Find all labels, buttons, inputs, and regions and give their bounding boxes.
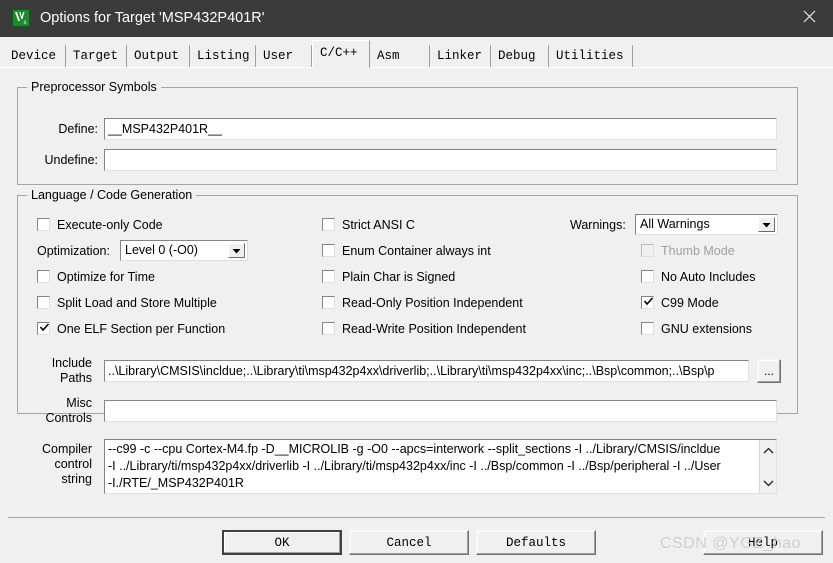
optimization-combo-value: Level 0 (-O0) bbox=[125, 243, 198, 257]
include-paths-label-line1: Include bbox=[51, 356, 92, 370]
tab-target[interactable]: Target bbox=[66, 45, 127, 68]
define-label: Define: bbox=[58, 122, 98, 136]
check-icon bbox=[643, 296, 654, 309]
label-no-auto-includes: No Auto Includes bbox=[661, 270, 756, 284]
compiler-control-string-label-line3: string bbox=[61, 472, 92, 486]
cancel-button[interactable]: Cancel bbox=[349, 530, 469, 555]
include-paths-input[interactable]: ..\Library\CMSIS\incldue;..\Library\ti\m… bbox=[104, 360, 749, 382]
misc-controls-label-line2: Controls bbox=[45, 411, 92, 425]
chevron-down-icon[interactable] bbox=[758, 217, 775, 232]
defaults-button[interactable]: Defaults bbox=[476, 530, 596, 555]
misc-controls-input[interactable] bbox=[104, 400, 777, 422]
tab-user[interactable]: User bbox=[256, 45, 312, 68]
checkbox-one-elf-section-per-function[interactable] bbox=[37, 322, 50, 335]
compiler-control-string-text: --c99 -c --cpu Cortex-M4.fp -D__MICROLIB… bbox=[108, 441, 758, 492]
tab-utilities[interactable]: Utilities bbox=[549, 45, 633, 68]
tab-c-cpp[interactable]: C/C++ bbox=[312, 40, 370, 68]
compiler-control-string-line-3: -I./RTE/_MSP432P401R bbox=[108, 476, 244, 490]
misc-controls-label-line1: Misc bbox=[66, 396, 92, 410]
optimization-combo[interactable]: Level 0 (-O0) bbox=[120, 240, 248, 261]
tab-output[interactable]: Output bbox=[127, 45, 190, 68]
language-code-generation-group-label: Language / Code Generation bbox=[27, 188, 197, 202]
label-split-load-and-store-multiple: Split Load and Store Multiple bbox=[57, 296, 217, 310]
compiler-control-string-box[interactable]: --c99 -c --cpu Cortex-M4.fp -D__MICROLIB… bbox=[104, 439, 777, 494]
label-thumb-mode: Thumb Mode bbox=[661, 244, 735, 258]
undefine-label: Undefine: bbox=[44, 153, 98, 167]
tab-linker[interactable]: Linker bbox=[430, 45, 491, 68]
optimization-label: Optimization: bbox=[37, 244, 110, 258]
tab-strip: Device Target Output Listing User C/C++ … bbox=[0, 37, 833, 68]
warnings-combo[interactable]: All Warnings bbox=[635, 214, 778, 235]
warnings-combo-value: All Warnings bbox=[640, 217, 710, 231]
label-c99-mode: C99 Mode bbox=[661, 296, 719, 310]
check-icon bbox=[39, 322, 50, 335]
label-gnu-extensions: GNU extensions bbox=[661, 322, 753, 336]
checkbox-no-auto-includes[interactable] bbox=[641, 270, 654, 283]
button-separator bbox=[8, 517, 825, 518]
warnings-label: Warnings: bbox=[570, 218, 626, 232]
compiler-control-string-label-line1: Compiler bbox=[41, 442, 92, 456]
checkbox-execute-only-code[interactable] bbox=[37, 218, 50, 231]
checkbox-read-only-position-independent[interactable] bbox=[322, 296, 335, 309]
define-input[interactable]: __MSP432P401R__ bbox=[104, 118, 777, 140]
checkbox-plain-char-is-signed[interactable] bbox=[322, 270, 335, 283]
preprocessor-symbols-group-label: Preprocessor Symbols bbox=[27, 80, 161, 94]
compiler-control-string-label-line2: control bbox=[54, 457, 92, 471]
title-bar: s Options for Target 'MSP432P401R' bbox=[0, 0, 833, 37]
tab-panel-c-cpp: Preprocessor Symbols Define: __MSP432P40… bbox=[0, 67, 833, 563]
tab-device[interactable]: Device bbox=[4, 45, 66, 68]
undefine-input[interactable] bbox=[104, 149, 777, 171]
label-optimize-for-time: Optimize for Time bbox=[57, 270, 155, 284]
checkbox-split-load-and-store-multiple[interactable] bbox=[37, 296, 50, 309]
tab-asm[interactable]: Asm bbox=[370, 45, 430, 68]
scroll-up-icon[interactable] bbox=[760, 442, 776, 459]
checkbox-thumb-mode bbox=[641, 244, 654, 257]
compiler-control-string-line-1: --c99 -c --cpu Cortex-M4.fp -D__MICROLIB… bbox=[108, 442, 721, 456]
include-paths-browse-button[interactable]: ... bbox=[757, 359, 781, 383]
label-read-only-position-independent: Read-Only Position Independent bbox=[342, 296, 523, 310]
compiler-control-string-scrollbar[interactable] bbox=[759, 440, 776, 493]
checkbox-optimize-for-time[interactable] bbox=[37, 270, 50, 283]
ok-button[interactable]: OK bbox=[222, 530, 342, 555]
checkbox-c99-mode[interactable] bbox=[641, 296, 654, 309]
checkbox-enum-container-always-int[interactable] bbox=[322, 244, 335, 257]
label-enum-container-always-int: Enum Container always int bbox=[342, 244, 491, 258]
tab-debug[interactable]: Debug bbox=[491, 45, 549, 68]
uvision-logo-icon: s bbox=[12, 9, 30, 27]
include-paths-label-line2: Paths bbox=[60, 371, 92, 385]
scroll-down-icon[interactable] bbox=[760, 474, 776, 491]
checkbox-read-write-position-independent[interactable] bbox=[322, 322, 335, 335]
label-read-write-position-independent: Read-Write Position Independent bbox=[342, 322, 526, 336]
checkbox-gnu-extensions[interactable] bbox=[641, 322, 654, 335]
label-plain-char-is-signed: Plain Char is Signed bbox=[342, 270, 456, 284]
svg-text:s: s bbox=[24, 20, 27, 26]
compiler-control-string-line-2: -I ../Library/ti/msp432p4xx/driverlib -I… bbox=[108, 459, 721, 473]
checkbox-strict-ansi-c[interactable] bbox=[322, 218, 335, 231]
label-execute-only-code: Execute-only Code bbox=[57, 218, 163, 232]
label-one-elf-section-per-function: One ELF Section per Function bbox=[57, 322, 226, 336]
close-icon[interactable] bbox=[785, 0, 833, 33]
tab-listing[interactable]: Listing bbox=[190, 45, 256, 68]
options-dialog: s Options for Target 'MSP432P401R' Devic… bbox=[0, 0, 833, 563]
window-title: Options for Target 'MSP432P401R' bbox=[40, 10, 265, 26]
label-strict-ansi-c: Strict ANSI C bbox=[342, 218, 415, 232]
help-button[interactable]: Help bbox=[703, 530, 823, 555]
chevron-down-icon[interactable] bbox=[228, 243, 245, 258]
